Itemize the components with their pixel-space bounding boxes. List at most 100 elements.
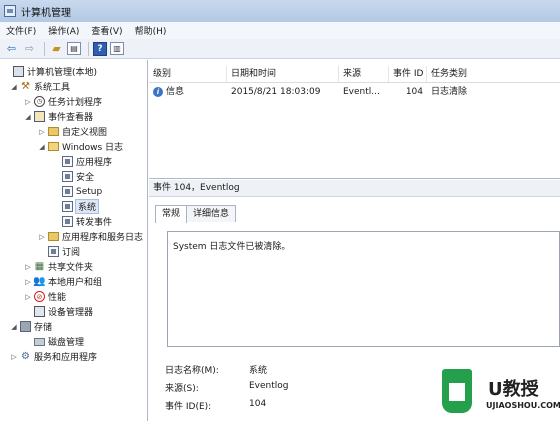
users-icon: 👥 [33,276,46,287]
watermark-brand: U教授 [488,379,539,400]
tree-label: 系统 [74,199,100,214]
up-folder-icon[interactable]: ▰ [49,41,64,56]
column-source[interactable]: 来源 [339,66,389,82]
cell-source: Eventl... [343,87,380,97]
cell-event-id: 104 [405,87,423,97]
expand-arrow-icon[interactable]: ▷ [24,278,32,286]
device-manager-icon [34,306,45,317]
expand-arrow-icon[interactable]: ▷ [10,353,18,361]
tree-label: 任务计划程序 [48,98,103,108]
log-icon [62,201,73,212]
collapse-arrow-icon[interactable]: ◢ [10,83,18,91]
tree-item-subscriptions[interactable]: 订阅 [38,244,80,259]
tree-item-event-viewer[interactable]: ◢ 事件查看器 [24,109,93,124]
tree-label: 性能 [48,293,67,303]
tab-details[interactable]: 详细信息 [186,205,237,222]
tab-general[interactable]: 常规 [155,205,188,223]
menu-file[interactable]: 文件(F) [0,24,42,37]
watermark-logo: U教授 UJIAOSHOU.COM [436,365,560,421]
expand-arrow-icon[interactable]: ▷ [24,263,32,271]
forward-arrow-icon[interactable]: ⇨ [22,41,37,56]
tree-label: 服务和应用程序 [34,353,98,363]
level-text: 信息 [166,87,185,97]
tree-label: 自定义视图 [62,128,108,138]
column-datetime[interactable]: 日期和时间 [227,66,339,82]
tree-item-windows-logs[interactable]: ◢ Windows 日志 [38,139,123,154]
back-arrow-icon[interactable]: ⇦ [4,41,19,56]
cell-category: 日志清除 [431,87,468,97]
tree-item-device-manager[interactable]: 设备管理器 [24,304,93,319]
tree-item-forwarded-events[interactable]: 转发事件 [52,214,112,229]
tree-item-storage[interactable]: ◢ 存储 [10,319,52,334]
log-icon [62,171,73,182]
watermark-url: UJIAOSHOU.COM [486,401,560,410]
tree-item-custom-views[interactable]: ▷ 自定义视图 [38,124,107,139]
help-icon[interactable]: ? [93,41,107,56]
tree-item-application[interactable]: 应用程序 [52,154,112,169]
toolbar-separator [88,41,89,56]
tree-item-security[interactable]: 安全 [52,169,94,184]
tree-label: 转发事件 [76,218,113,228]
tree-label: Windows 日志 [62,143,124,153]
shared-folder-icon: ▦ [34,261,45,272]
expand-arrow-icon[interactable]: ▷ [24,293,32,301]
tree-item-local-users[interactable]: ▷ 👥 本地用户和组 [24,274,102,289]
event-id-value: 104 [249,399,267,409]
tree-item-services-apps[interactable]: ▷ ⚙ 服务和应用程序 [10,349,97,364]
title-bar: 计算机管理 [0,0,560,23]
tree-item-shared-folders[interactable]: ▷ ▦ 共享文件夹 [24,259,93,274]
tree-item-task-scheduler[interactable]: ▷ ◷ 任务计划程序 [24,94,102,109]
tree-item-setup[interactable]: Setup [52,184,102,199]
tree-label: 系统工具 [34,83,71,93]
tree-item-disk-management[interactable]: 磁盘管理 [24,334,84,349]
action-pane-icon[interactable]: ▥ [110,42,124,55]
show-hide-tree-icon[interactable]: ▤ [67,42,81,55]
column-event-id[interactable]: 事件 ID [389,66,427,82]
column-level[interactable]: 级别 [149,66,227,82]
tree-label: 共享文件夹 [48,263,94,273]
menu-view[interactable]: 查看(V) [85,24,128,37]
collapse-arrow-icon[interactable]: ◢ [10,323,18,331]
tree-item-root[interactable]: 计算机管理(本地) [3,64,97,79]
computer-management-icon [4,5,16,17]
tree-label: 存储 [34,323,53,333]
cell-level: i 信息 [149,84,227,100]
collapse-arrow-icon[interactable]: ◢ [24,113,32,121]
log-name-label: 日志名称(M): [165,366,219,376]
menu-bar: 文件(F) 操作(A) 查看(V) 帮助(H) [0,22,560,40]
expand-arrow-icon[interactable]: ▷ [24,98,32,106]
menu-help[interactable]: 帮助(H) [129,24,173,37]
performance-icon: ⊘ [34,291,45,302]
tree-label: 计算机管理(本地) [27,68,98,78]
menu-action[interactable]: 操作(A) [42,24,85,37]
collapse-arrow-icon[interactable]: ◢ [38,143,46,151]
tree-label: 订阅 [62,248,81,258]
tree-label: 磁盘管理 [48,338,85,348]
tree-item-performance[interactable]: ▷ ⊘ 性能 [24,289,66,304]
event-id-label: 事件 ID(E): [165,402,212,412]
navigation-tree: 计算机管理(本地) ◢ ⚒ 系统工具 ▷ ◷ 任务计划程序 ◢ 事件查看器 ▷ … [0,60,148,421]
expand-arrow-icon[interactable]: ▷ [38,128,46,136]
event-message-box[interactable]: System 日志文件已被清除。 [167,231,560,347]
event-viewer-icon [34,111,45,122]
column-category[interactable]: 任务类别 [427,66,560,82]
source-label: 来源(S): [165,384,199,394]
cell-datetime: 2015/8/21 18:03:09 [231,87,321,97]
source-value: Eventlog [249,381,289,391]
disk-icon [34,337,45,346]
folder-open-icon [48,142,59,151]
tree-item-system[interactable]: 系统 [52,199,100,214]
tree-label: 设备管理器 [48,308,94,318]
tree-item-app-service-logs[interactable]: ▷ 应用程序和服务日志 [38,229,143,244]
table-row[interactable]: i 信息 2015/8/21 18:03:09 Eventl... 104 日志清… [149,84,560,100]
toolbar-separator [44,41,45,56]
log-icon [62,216,73,227]
folder-icon [48,127,59,136]
subscription-icon [48,246,59,257]
expand-arrow-icon[interactable]: ▷ [38,233,46,241]
tree-item-system-tools[interactable]: ◢ ⚒ 系统工具 [10,79,70,94]
event-detail-title: 事件 104，Eventlog [149,180,560,197]
detail-tabs: 常规 详细信息 [155,205,237,223]
log-icon [62,186,73,197]
clock-icon: ◷ [34,96,45,107]
